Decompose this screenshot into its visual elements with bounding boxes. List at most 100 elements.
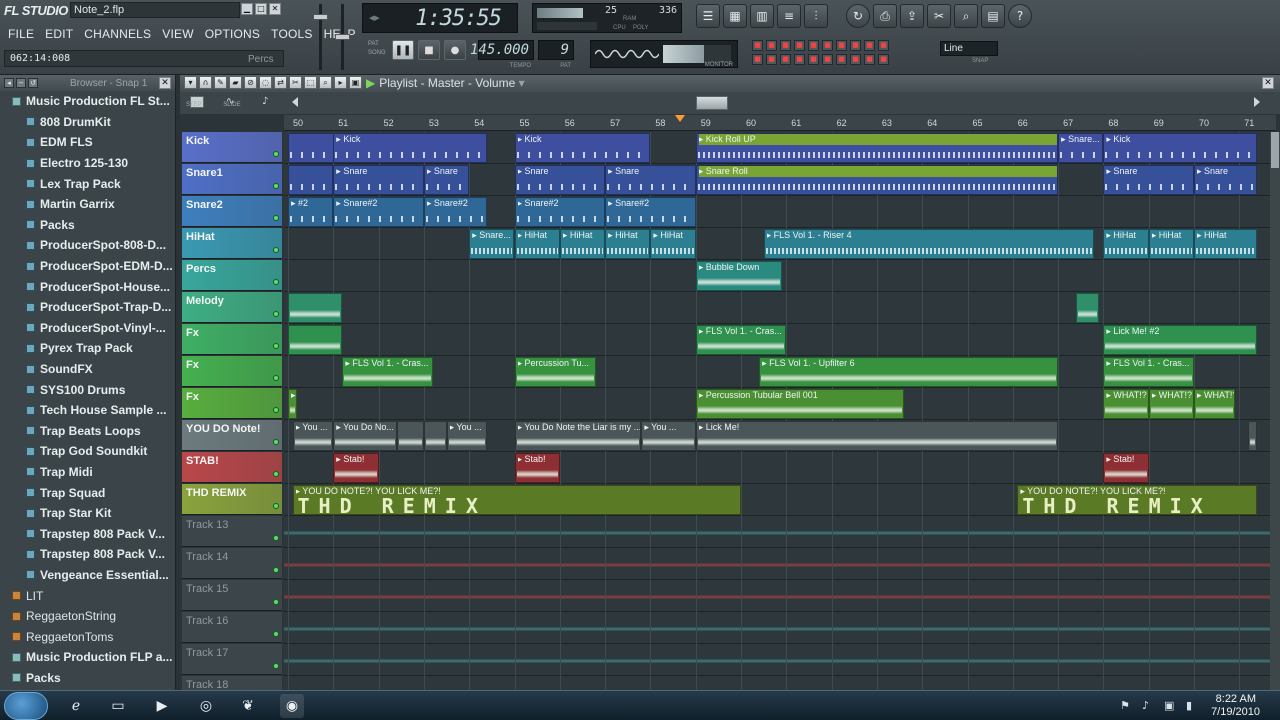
pattern-display[interactable]: 9 PAT [538,40,574,69]
track-mute-led[interactable] [273,663,279,669]
playlist-lane[interactable] [284,676,1276,690]
snap-select[interactable]: Line [940,41,998,56]
option-toggle-10[interactable]: ■ [878,54,889,65]
playlist-lane[interactable] [284,292,1276,324]
track-header[interactable]: Fx [182,324,282,355]
vertical-scroll-thumb[interactable] [1271,132,1279,168]
timeline-ruler[interactable]: 50 51 52 53 54 55 56 57 58 59 60 61 62 63 64 65 66 67 68 69… [284,115,1276,131]
magnet-icon[interactable]: ∩ [199,76,212,89]
track-mute-led[interactable] [273,311,279,317]
browser-item[interactable]: Packs [0,215,175,236]
browser-item[interactable]: ProducerSpot-808-D... [0,235,175,256]
track-header[interactable]: Fx [182,388,282,419]
playlist-clip[interactable]: ▸ Snare [1194,165,1258,195]
option-toggle-6[interactable]: ■ [822,54,833,65]
track-mute-led[interactable] [273,503,279,509]
undo-icon[interactable]: ↻ [846,4,870,28]
slide-label[interactable]: SLIDE [223,102,240,108]
browser-item[interactable]: Lex Trap Pack [0,173,175,194]
blend-toggle[interactable]: ■ [794,40,805,51]
playlist-clip[interactable]: ▸ Bubble Down [695,261,782,291]
step-toggle[interactable]: ■ [822,40,833,51]
option-toggle-8[interactable]: ■ [850,54,861,65]
playlist-clip[interactable]: ▸ Snare... [1058,133,1104,163]
record-toggle[interactable]: ■ [864,40,875,51]
typing-keyboard-toggle[interactable]: ■ [850,40,861,51]
record-button[interactable]: ● [444,40,466,60]
playlist-icon[interactable]: ☰ [696,4,720,28]
menu-edit[interactable]: EDIT [45,27,73,41]
track-header[interactable]: YOU DO Note! [182,420,282,451]
playlist-clip[interactable]: ▸ HiHat [650,229,696,259]
notes-icon[interactable]: ▤ [981,4,1005,28]
track-mute-led[interactable] [273,279,279,285]
mode-switch[interactable]: PAT SONG [368,40,386,58]
track-mute-led[interactable] [273,247,279,253]
playlist-dropdown-icon[interactable]: ▾ [519,76,525,90]
playlist-clip[interactable]: ▸ Snare#2 [423,197,488,227]
countdown-toggle[interactable]: ■ [780,40,791,51]
track-header[interactable]: HiHat [182,228,282,259]
track-header[interactable]: THD REMIX [182,484,282,515]
browser-item[interactable]: SYS100 Drums [0,379,175,400]
playlist-clip[interactable]: ▸ FLS Vol 1. - Riser 4 [763,229,1095,259]
playlist-clip[interactable]: ▸ Lick Me! [695,421,1059,451]
option-toggle-1[interactable]: ■ [752,54,763,65]
menu-options[interactable]: OPTIONS [205,27,260,41]
track-header[interactable]: Track 17 [182,644,282,675]
playback-icon[interactable]: ▸ [334,76,347,89]
track-header[interactable]: Track 15 [182,580,282,611]
option-toggle-5[interactable]: ■ [808,54,819,65]
browser-back-icon[interactable]: ◂ [4,78,14,88]
browser-item[interactable]: Music Production FLP a... [0,647,175,668]
save-icon[interactable]: ⎙ [873,4,897,28]
playlist-clip[interactable]: ▸ Snare Roll [695,165,1059,195]
playlist-lane[interactable] [284,516,1276,548]
playlist-lane[interactable]: ▸ FLS Vol 1. - Cras... ▸ Percussion Tu...… [284,356,1276,388]
playlist-lane[interactable]: ▸ FLS Vol 1. - Cras... ▸ Lick Me! #2 [284,324,1276,356]
browser-item[interactable]: Pyrex Trap Pack [0,338,175,359]
vertical-scrollbar[interactable] [1270,132,1280,690]
track-mute-led[interactable] [273,407,279,413]
playlist-clip[interactable]: ▸ YOU DO NOTE?! YOU LICK ME?! THD REMIX [1017,485,1258,515]
playlist-clip[interactable]: ▸ FLS Vol 1. - Cras... [1103,357,1194,387]
cut-icon[interactable]: ✂ [927,4,951,28]
scroll-right-icon[interactable] [1254,97,1260,107]
playlist-clip[interactable]: ▸ YOU DO NOTE?! YOU LICK ME?! THD REMIX [292,485,741,515]
slip-icon[interactable]: ⇄ [274,76,287,89]
search-icon[interactable]: ⌕ [954,4,978,28]
option-toggle-3[interactable]: ■ [780,54,791,65]
browser-item[interactable]: Trapstep 808 Pack V... [0,523,175,544]
track-mute-led[interactable] [273,599,279,605]
piano-roll-icon[interactable]: ▥ [750,4,774,28]
playlist-clip[interactable]: ▸ Kick Roll UP [695,133,1059,163]
playlist-clip[interactable] [423,421,447,451]
playlist-lane[interactable]: ▸ YOU DO NOTE?! YOU LICK ME?! THD REMIX ▸ … [284,484,1276,516]
recorder-icon[interactable]: ◉ [280,694,304,718]
playlist-clip[interactable]: ▸ HiHat [605,229,651,259]
browser-item[interactable]: Trapstep 808 Pack V... [0,544,175,565]
browser-item[interactable]: Vengeance Essential... [0,565,175,586]
playlist-lane[interactable]: ▸ You ... ▸ You Do No... ▸ You ... ▸ You Do… [284,420,1276,452]
mode-song-label[interactable]: SONG [368,49,386,58]
playlist-clip[interactable]: ▸ Stab! [514,453,560,483]
option-toggle-7[interactable]: ■ [836,54,847,65]
playlist-clip[interactable]: ▸ You ... [292,421,334,451]
overdub-toggle[interactable]: ■ [836,40,847,51]
volume-icon[interactable]: ♪ [1142,699,1156,713]
playlist-clip[interactable]: ▸ Snare [333,165,424,195]
playlist-clip[interactable]: ▸ Snare... [469,229,515,259]
playhead-marker[interactable] [675,115,685,122]
playlist-clip[interactable]: ▸ You Do No... [333,421,397,451]
browser-collapse-icon[interactable]: − [16,78,26,88]
playlist-clip[interactable]: ▸ Snare#2 [333,197,424,227]
master-volume-knob[interactable] [313,14,328,20]
playlist-lane[interactable]: ▸ Bubble Down [284,260,1276,292]
playlist-clip[interactable]: ▸ Lick Me! #2 [1103,325,1258,355]
track-mute-led[interactable] [273,439,279,445]
loop-toggle[interactable]: ■ [808,40,819,51]
brush-icon[interactable]: ▰ [229,76,242,89]
metronome-toggle[interactable]: ■ [752,40,763,51]
menu-tools[interactable]: TOOLS [271,27,312,41]
playlist-clip[interactable]: ▸ Snare [605,165,696,195]
